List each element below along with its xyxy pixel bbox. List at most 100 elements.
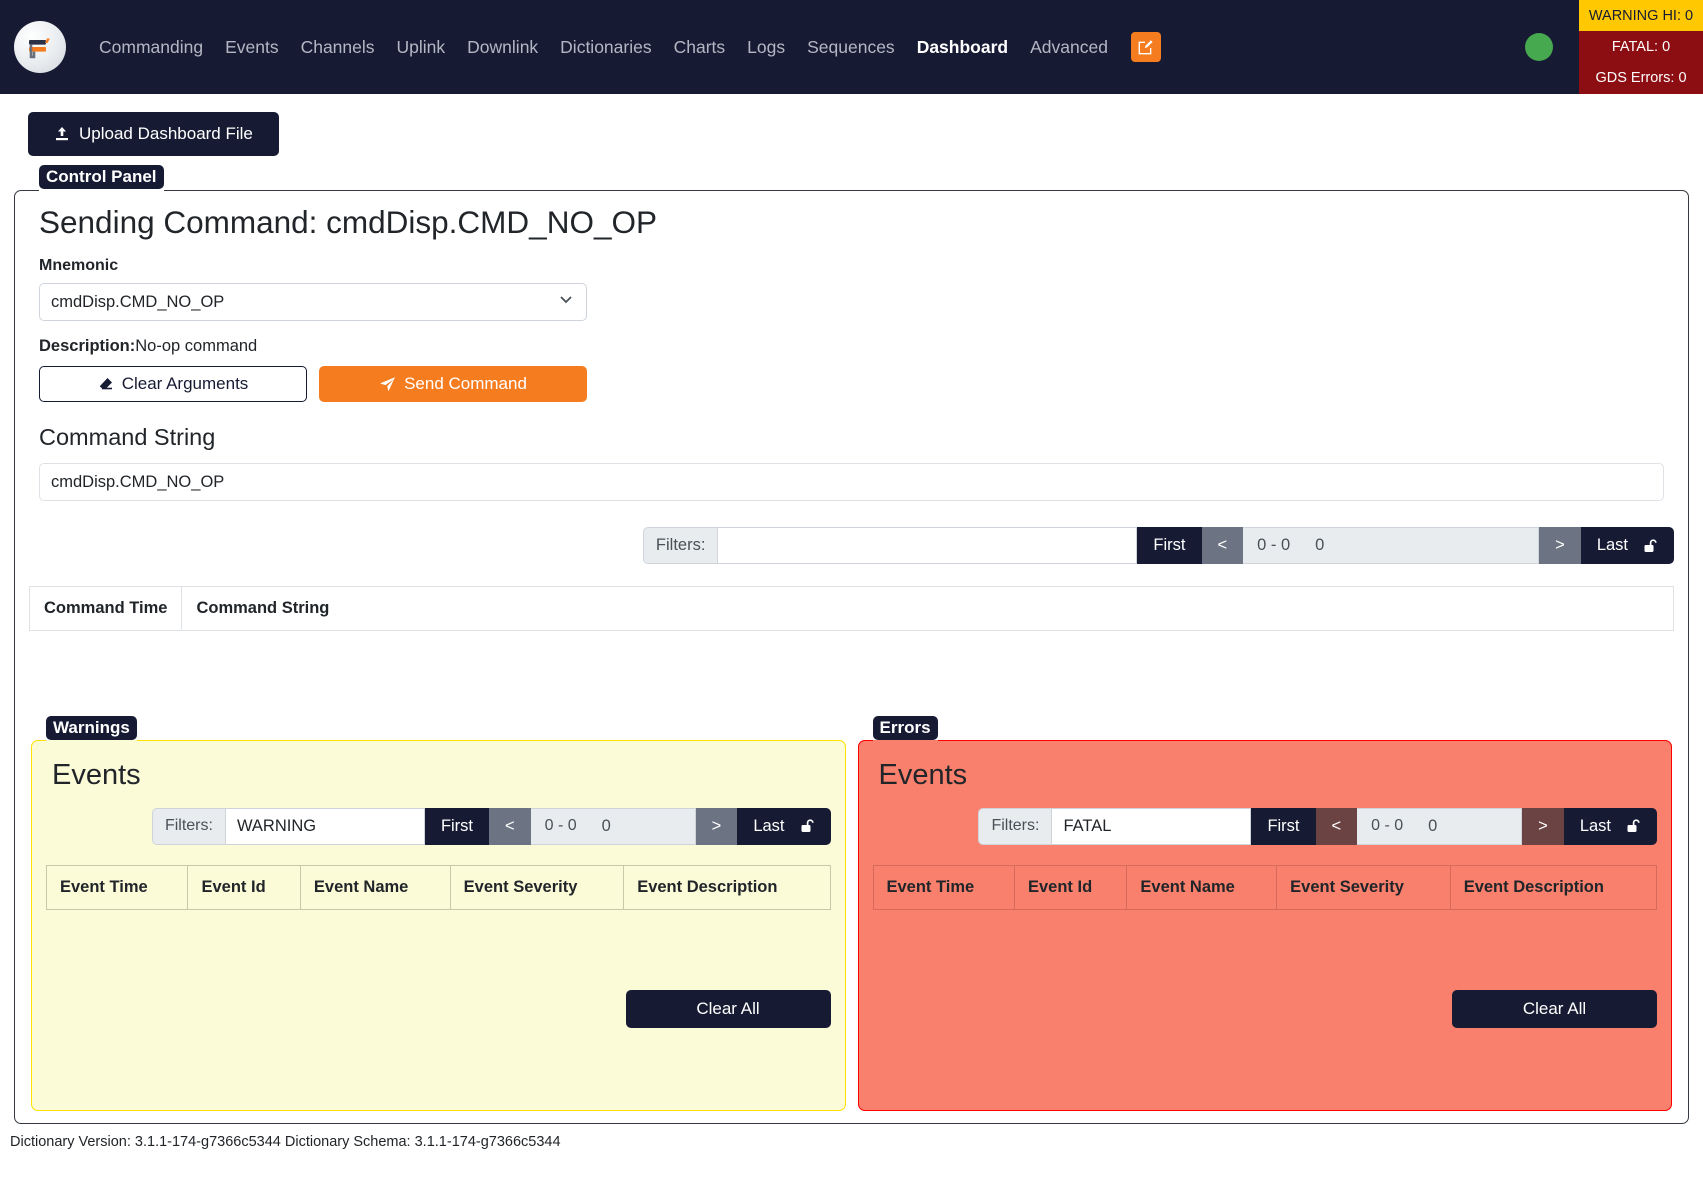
- errors-pagination-range: 0 - 0: [1357, 808, 1417, 845]
- warnings-pagination-prev-button[interactable]: <: [489, 808, 531, 845]
- warnings-pagination-page-input[interactable]: [591, 808, 696, 845]
- column-command-string: Command String: [182, 587, 1674, 631]
- nav-link-dashboard[interactable]: Dashboard: [906, 29, 1019, 66]
- warnings-pagination-last-label: Last: [753, 817, 784, 836]
- warnings-pagination-first-button[interactable]: First: [425, 808, 489, 845]
- filters-label: Filters:: [643, 527, 718, 564]
- errors-filters-label: Filters:: [978, 808, 1051, 845]
- warnings-pagination-range: 0 - 0: [531, 808, 591, 845]
- column-event-time: Event Time: [873, 865, 1014, 909]
- filter-input-group: Filters: First < 0 - 0 > Last: [643, 527, 1674, 564]
- nav-link-charts[interactable]: Charts: [663, 29, 737, 66]
- column-event-severity: Event Severity: [1277, 865, 1451, 909]
- errors-pagination-prev-button[interactable]: <: [1316, 808, 1358, 845]
- status-counters: WARNING HI: 0 FATAL: 0 GDS Errors: 0: [1579, 0, 1703, 94]
- errors-pagination-next-button[interactable]: >: [1522, 808, 1564, 845]
- errors-pagination-last-button[interactable]: Last: [1564, 808, 1657, 845]
- status-fatal: FATAL: 0: [1579, 31, 1703, 62]
- clear-arguments-button[interactable]: Clear Arguments: [39, 366, 307, 402]
- warnings-clear-all-row: Clear All: [46, 980, 831, 1028]
- nav-link-events[interactable]: Events: [214, 29, 290, 66]
- events-panels-row: Warnings Events Filters: First < 0 - 0 >…: [29, 729, 1674, 1111]
- mnemonic-select-wrapper: cmdDisp.CMD_NO_OP: [39, 283, 587, 321]
- app-logo[interactable]: [14, 21, 66, 73]
- upload-button-label: Upload Dashboard File: [79, 124, 253, 144]
- warnings-events-empty-body: [46, 910, 831, 980]
- errors-pagination-first-button[interactable]: First: [1251, 808, 1315, 845]
- command-history-filter-bar: Filters: First < 0 - 0 > Last: [29, 527, 1674, 564]
- column-event-id: Event Id: [1014, 865, 1126, 909]
- column-event-name: Event Name: [300, 865, 450, 909]
- column-event-name: Event Name: [1127, 865, 1277, 909]
- table-header-row: Command Time Command String: [30, 587, 1674, 631]
- table-empty-row: [30, 631, 1674, 723]
- warnings-events-table: Event Time Event Id Event Name Event Sev…: [46, 865, 831, 910]
- warnings-panel: Warnings Events Filters: First < 0 - 0 >…: [31, 729, 846, 1111]
- fprime-logo-icon: [23, 30, 57, 64]
- unlock-icon: [799, 818, 815, 834]
- status-gds-errors: GDS Errors: 0: [1579, 63, 1703, 94]
- upload-area: Upload Dashboard File: [0, 94, 1703, 156]
- control-panel: Control Panel Sending Command: cmdDisp.C…: [14, 178, 1689, 1124]
- errors-filter-group: Filters: First < 0 - 0: [978, 808, 1522, 845]
- errors-pagination-last-label: Last: [1580, 817, 1611, 836]
- nav-link-channels[interactable]: Channels: [290, 29, 386, 66]
- pagination-first-button[interactable]: First: [1137, 527, 1201, 564]
- send-command-label: Send Command: [404, 374, 527, 394]
- errors-filter-input[interactable]: [1051, 808, 1251, 845]
- nav-link-dictionaries[interactable]: Dictionaries: [549, 29, 662, 66]
- send-command-button[interactable]: Send Command: [319, 366, 587, 402]
- nav-link-downlink[interactable]: Downlink: [456, 29, 549, 66]
- errors-pagination-next-group: > Last: [1522, 808, 1657, 845]
- warnings-filter-input[interactable]: [225, 808, 425, 845]
- warnings-filter-group: Filters: First < 0 - 0: [152, 808, 696, 845]
- eraser-icon: [98, 376, 114, 392]
- clear-arguments-label: Clear Arguments: [122, 374, 249, 394]
- nav-link-logs[interactable]: Logs: [736, 29, 796, 66]
- column-event-severity: Event Severity: [450, 865, 624, 909]
- warnings-clear-all-button[interactable]: Clear All: [626, 990, 831, 1028]
- pagination-next-button[interactable]: >: [1539, 527, 1581, 564]
- warnings-panel-legend: Warnings: [46, 716, 137, 740]
- errors-clear-all-button[interactable]: Clear All: [1452, 990, 1657, 1028]
- errors-events-empty-body: [873, 910, 1658, 980]
- command-string-input[interactable]: [39, 463, 1664, 501]
- command-history-table-body: [30, 631, 1674, 723]
- unlock-icon: [1625, 818, 1641, 834]
- warnings-pagination-next-button[interactable]: >: [696, 808, 738, 845]
- errors-pagination-page-input[interactable]: [1417, 808, 1522, 845]
- errors-events-title: Events: [879, 759, 1658, 792]
- command-history-table: Command Time Command String: [29, 586, 1674, 723]
- warnings-pagination-last-button[interactable]: Last: [737, 808, 830, 845]
- nav-link-commanding[interactable]: Commanding: [88, 29, 214, 66]
- nav-link-uplink[interactable]: Uplink: [386, 29, 457, 66]
- edit-square-icon-button[interactable]: [1131, 32, 1161, 62]
- command-history-filter-input[interactable]: [717, 527, 1137, 564]
- pagination-last-label: Last: [1597, 536, 1628, 555]
- upload-icon: [54, 126, 70, 142]
- control-panel-legend: Control Panel: [39, 165, 164, 189]
- warnings-filter-bar: Filters: First < 0 - 0 > Last: [46, 808, 831, 845]
- column-event-id: Event Id: [188, 865, 300, 909]
- pagination-page-input[interactable]: [1304, 527, 1539, 564]
- nav-links: Commanding Events Channels Uplink Downli…: [88, 29, 1161, 66]
- upload-dashboard-file-button[interactable]: Upload Dashboard File: [28, 112, 279, 156]
- command-action-buttons: Clear Arguments Send Command: [39, 366, 1674, 402]
- column-event-description: Event Description: [1450, 865, 1656, 909]
- column-event-time: Event Time: [47, 865, 188, 909]
- nav-link-advanced[interactable]: Advanced: [1019, 29, 1119, 66]
- command-string-title: Command String: [39, 424, 1674, 451]
- nav-link-sequences[interactable]: Sequences: [796, 29, 906, 66]
- mnemonic-label: Mnemonic: [39, 257, 1674, 275]
- warnings-events-title: Events: [52, 759, 831, 792]
- navbar-status-area: WARNING HI: 0 FATAL: 0 GDS Errors: 0: [1525, 0, 1703, 94]
- errors-filter-bar: Filters: First < 0 - 0 > Last: [873, 808, 1658, 845]
- paper-plane-icon: [379, 376, 396, 393]
- pagination-last-button[interactable]: Last: [1581, 527, 1674, 564]
- mnemonic-select[interactable]: cmdDisp.CMD_NO_OP: [39, 283, 587, 321]
- top-navbar: Commanding Events Channels Uplink Downli…: [0, 0, 1703, 94]
- description-value: No-op command: [135, 337, 257, 355]
- status-warning-hi: WARNING HI: 0: [1579, 0, 1703, 31]
- pagination-prev-button[interactable]: <: [1202, 527, 1244, 564]
- page-title: Sending Command: cmdDisp.CMD_NO_OP: [39, 204, 1674, 241]
